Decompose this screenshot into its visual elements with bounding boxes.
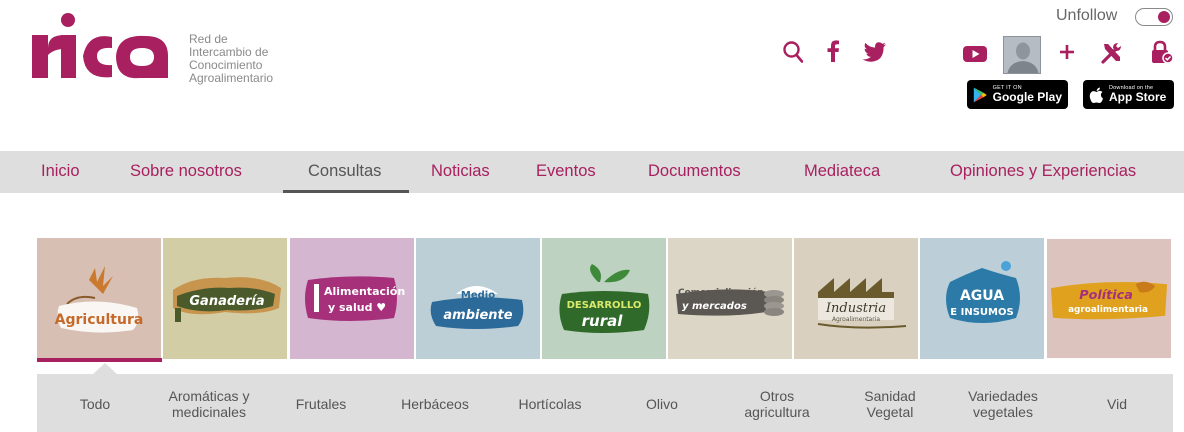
svg-text:Medio: Medio [461, 290, 495, 301]
nav-item-eventos[interactable]: Eventos [536, 162, 596, 181]
nav-item-noticias[interactable]: Noticias [431, 162, 490, 181]
svg-text:Agroalimentaria: Agroalimentaria [832, 316, 880, 323]
app-store-label: App Store [1109, 90, 1167, 104]
subnav-item-horticolas[interactable]: Hortícolas [500, 374, 600, 432]
avatar[interactable] [1003, 36, 1041, 74]
plus-icon[interactable] [1058, 42, 1076, 62]
svg-text:agroalimentaria: agroalimentaria [1068, 305, 1148, 315]
subnav-item-frutales[interactable]: Frutales [281, 374, 361, 432]
category-tile-desarrollo-rural[interactable]: DESARROLLO rural [542, 238, 666, 359]
subnav-item-olivo[interactable]: Olivo [622, 374, 702, 432]
svg-text:DESARROLLO: DESARROLLO [567, 300, 642, 311]
subnav-item-herbaceos[interactable]: Herbáceos [385, 374, 485, 432]
category-tile-agua[interactable]: AGUA E INSUMOS [920, 238, 1044, 359]
subnav-item-todo[interactable]: Todo [55, 374, 135, 432]
category-tile-medio-ambiente[interactable]: Medio ambiente [416, 238, 540, 359]
svg-text:rural: rural [582, 312, 624, 330]
unfollow-toggle[interactable] [1135, 8, 1173, 26]
tools-icon[interactable] [1100, 41, 1124, 65]
google-play-icon [973, 87, 987, 102]
rica-logo[interactable]: rica [28, 10, 174, 84]
youtube-icon[interactable] [963, 45, 987, 63]
svg-text:Industria: Industria [825, 301, 886, 316]
svg-text:Ganadería: Ganadería [189, 294, 264, 309]
twitter-icon[interactable] [862, 42, 886, 62]
svg-text:Agricultura: Agricultura [55, 312, 144, 328]
svg-text:y mercados: y mercados [682, 301, 747, 312]
app-store-badge[interactable]: Download on the App Store [1083, 80, 1174, 109]
lock-icon[interactable] [1150, 40, 1174, 64]
unfollow-label: Unfollow [1056, 7, 1118, 24]
main-nav: Inicio Sobre nosotros Consultas Noticias… [0, 151, 1184, 193]
svg-text:y salud ♥: y salud ♥ [328, 301, 386, 314]
subcategory-nav: Todo Aromáticas y medicinales Frutales He… [37, 374, 1173, 432]
svg-text:E INSUMOS: E INSUMOS [950, 307, 1013, 318]
category-tile-ganaderia[interactable]: Ganadería [163, 238, 287, 359]
svg-text:AGUA: AGUA [960, 288, 1004, 304]
nav-item-sobre-nosotros[interactable]: Sobre nosotros [130, 162, 242, 181]
svg-text:Comercialización: Comercialización [678, 287, 764, 298]
nav-item-consultas[interactable]: Consultas [308, 162, 381, 181]
selected-category-underline [37, 358, 162, 362]
nav-item-opiniones[interactable]: Opiniones y Experiencias [950, 162, 1136, 181]
category-tile-industria[interactable]: Industria Agroalimentaria [794, 238, 918, 359]
user-photo-icon [1004, 37, 1040, 73]
facebook-icon[interactable] [826, 40, 840, 62]
google-play-label: Google Play [992, 90, 1062, 104]
search-icon[interactable] [783, 41, 803, 63]
svg-text:Alimentación: Alimentación [324, 285, 405, 298]
category-tile-agricultura[interactable]: Agricultura [37, 238, 161, 359]
subnav-item-vid[interactable]: Vid [1077, 374, 1157, 432]
toggle-knob [1158, 11, 1170, 23]
category-tile-alimentacion[interactable]: Alimentación y salud ♥ [290, 238, 414, 359]
subnav-item-aromaticas[interactable]: Aromáticas y medicinales [149, 374, 269, 432]
category-tile-politica[interactable]: Política agroalimentaria [1047, 238, 1171, 359]
subnav-item-sanidad-vegetal[interactable]: Sanidad Vegetal [845, 374, 935, 432]
google-play-badge[interactable]: GET IT ON Google Play [967, 80, 1068, 109]
active-nav-underline [283, 190, 409, 193]
subnav-item-otros-agricultura[interactable]: Otros agricultura [727, 374, 827, 432]
category-tile-comercializacion[interactable]: Comercialización y mercados [668, 238, 792, 359]
nav-item-mediateca[interactable]: Mediateca [804, 162, 880, 181]
svg-text:Política: Política [1079, 288, 1133, 303]
nav-item-documentos[interactable]: Documentos [648, 162, 741, 181]
subnav-item-variedades[interactable]: Variedades vegetales [948, 374, 1058, 432]
logo-tagline: Red de Intercambio de Conocimiento Agroa… [189, 32, 274, 85]
svg-text:ambiente: ambiente [443, 308, 512, 323]
apple-icon [1089, 87, 1103, 103]
nav-item-inicio[interactable]: Inicio [41, 162, 80, 181]
